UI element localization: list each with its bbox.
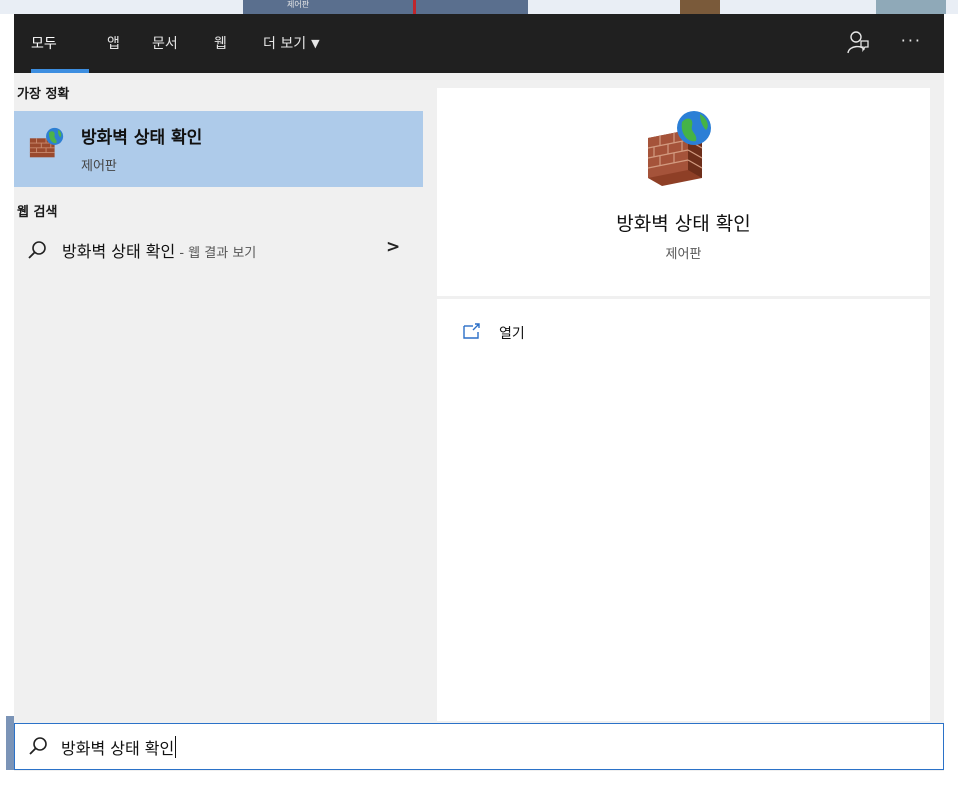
desktop-edge xyxy=(0,14,14,720)
open-action-label: 열기 xyxy=(499,326,525,342)
tab-all-label: 모두 xyxy=(31,36,57,52)
tab-apps[interactable]: 앱 xyxy=(107,32,120,56)
tab-more-label: 더 보기 xyxy=(263,36,307,52)
search-box[interactable]: 방화벽 상태 확인 xyxy=(14,723,944,770)
firewall-globe-icon xyxy=(647,111,711,186)
best-match-subtitle: 제어판 xyxy=(81,159,117,174)
best-match-title: 방화벽 상태 확인 xyxy=(81,128,203,148)
tab-more[interactable]: 더 보기 ▼ xyxy=(263,32,320,56)
best-match-header: 가장 정확 xyxy=(17,87,70,102)
search-input[interactable]: 방화벽 상태 확인 xyxy=(61,735,177,759)
firewall-globe-icon xyxy=(29,127,64,158)
desktop-thumbnail xyxy=(876,0,946,14)
desktop-thumbnail: 제어판 xyxy=(243,0,528,14)
search-icon xyxy=(29,737,47,755)
filter-tabs-bar: 모두 앱 문서 웹 더 보기 ▼ ··· xyxy=(14,14,944,73)
feedback-person-icon[interactable] xyxy=(846,30,870,56)
text-cursor xyxy=(175,736,177,758)
start-search-window: 모두 앱 문서 웹 더 보기 ▼ ··· 가장 정확 방화벽 상태 확인 제어판… xyxy=(14,14,944,771)
search-input-value: 방화벽 상태 확인 xyxy=(61,739,175,758)
detail-subtitle: 제어판 xyxy=(665,247,702,262)
web-search-item[interactable]: 방화벽 상태 확인 - 웹 결과 보기 > xyxy=(14,233,423,271)
detail-title: 방화벽 상태 확인 xyxy=(616,213,751,235)
results-pane: 가장 정확 방화벽 상태 확인 제어판 웹 검색 방화벽 상태 확인 - 웹 결… xyxy=(14,73,423,721)
detail-divider xyxy=(437,296,930,299)
web-search-query: 방화벽 상태 확인 xyxy=(62,242,176,261)
web-search-header: 웹 검색 xyxy=(17,205,58,220)
tab-web-label: 웹 xyxy=(214,36,227,52)
open-window-icon xyxy=(463,323,480,339)
desktop-thumbnail xyxy=(680,0,720,14)
chevron-right-icon[interactable]: > xyxy=(386,237,400,257)
search-icon xyxy=(28,241,46,259)
tab-documents-label: 문서 xyxy=(152,36,178,52)
web-search-suffix: - 웹 결과 보기 xyxy=(175,246,257,261)
tab-web[interactable]: 웹 xyxy=(214,32,227,56)
caret-down-icon: ▼ xyxy=(311,37,320,50)
desktop-background: 제어판 xyxy=(0,0,958,14)
tab-apps-label: 앱 xyxy=(107,36,120,52)
tab-documents[interactable]: 문서 xyxy=(152,32,178,56)
desktop-thumbnail-label: 제어판 xyxy=(287,0,310,9)
taskbar-edge xyxy=(6,716,14,770)
best-match-item[interactable]: 방화벽 상태 확인 제어판 xyxy=(14,111,423,187)
detail-panel: 방화벽 상태 확인 제어판 열기 xyxy=(437,88,930,721)
tab-all[interactable]: 모두 xyxy=(31,32,57,56)
desktop-thumbnail-accent xyxy=(413,0,416,14)
more-options-button[interactable]: ··· xyxy=(901,31,922,51)
